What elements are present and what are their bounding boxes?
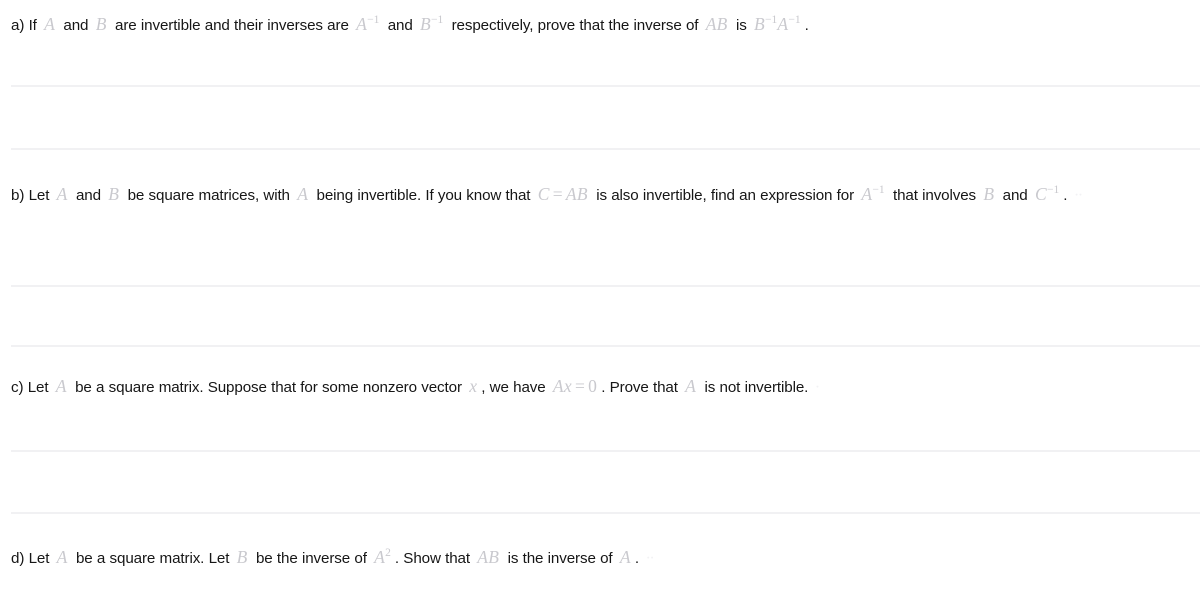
question-d-text-3: be the inverse of	[255, 550, 367, 567]
math-c-Ax-equals-zero: Ax = 0	[550, 376, 601, 396]
question-a-label: a) If	[11, 17, 37, 34]
math-c-equals: =	[574, 376, 586, 396]
math-c-matrix-A2: A	[685, 376, 697, 396]
math-b-C-inverse-exp: −1	[1046, 184, 1060, 197]
math-d-A-squared-exp: 2	[385, 547, 391, 560]
math-c-Ax: Ax	[552, 376, 572, 396]
math-a-matrix-B: B	[95, 14, 107, 34]
render-artifact-c: ·	[815, 379, 820, 396]
question-d: d) Let A be a square matrix. Let B be th…	[0, 545, 1200, 571]
divider-6	[11, 512, 1200, 514]
math-b-C-inverse: C−1	[1032, 184, 1063, 204]
question-d-text-5: is the inverse of	[507, 550, 613, 567]
math-a-Binv-exp: −1	[765, 14, 778, 27]
math-b-matrix-A: A	[56, 184, 68, 204]
question-a-text-4: and	[387, 17, 413, 34]
math-a-Ainv-exp: −1	[788, 14, 801, 27]
render-artifact-d: ··	[645, 550, 654, 567]
math-b-AB: AB	[565, 184, 588, 204]
math-b-equals: =	[552, 184, 563, 204]
question-b-text: b) Let A and B be square matrices, with …	[11, 182, 1189, 208]
question-a-text-2: and	[63, 17, 89, 34]
question-c-text: c) Let A be a square matrix. Suppose tha…	[11, 374, 1189, 400]
question-c-text-2: be a square matrix. Suppose that for som…	[75, 379, 462, 396]
question-b: b) Let A and B be square matrices, with …	[0, 182, 1200, 208]
math-a-product-AB: AB	[705, 14, 728, 34]
question-a-text: a) If A and B are invertible and their i…	[11, 12, 1189, 38]
question-c-text-4: . Prove that	[601, 379, 678, 396]
question-d-label: d) Let	[11, 550, 50, 567]
question-a-period: .	[804, 17, 809, 34]
divider-2	[11, 148, 1200, 150]
math-c-zero: 0	[588, 376, 598, 396]
math-d-matrix-B: B	[236, 547, 248, 567]
question-d-text-2: be a square matrix. Let	[75, 550, 230, 567]
question-a: a) If A and B are invertible and their i…	[0, 12, 1200, 38]
question-a-text-3: are invertible and their inverses are	[115, 17, 349, 34]
math-b-C: C	[537, 184, 550, 204]
math-b-A-inverse-base: A	[861, 184, 873, 204]
render-artifact-b: ··	[1074, 187, 1083, 204]
question-b-text-6: that involves	[892, 187, 977, 204]
math-a-A-inverse: A−1	[353, 14, 383, 34]
question-c-text-5: is not invertible.	[704, 379, 809, 396]
math-d-matrix-A: A	[56, 547, 68, 567]
math-b-C-inverse-base: C	[1034, 184, 1047, 204]
question-d-text: d) Let A be a square matrix. Let B be th…	[11, 545, 1189, 571]
math-b-C-equals-AB: C = AB	[535, 184, 592, 204]
math-b-matrix-A2: A	[297, 184, 309, 204]
math-d-A-squared-base: A	[374, 547, 386, 567]
math-b-A-inverse-exp: −1	[872, 184, 885, 197]
math-a-Binv-Ainv: B−1A−1	[751, 14, 805, 34]
math-a-matrix-A: A	[44, 14, 56, 34]
question-b-text-2: and	[75, 187, 101, 204]
question-b-text-7: and	[1002, 187, 1028, 204]
math-c-matrix-A: A	[55, 376, 67, 396]
math-b-matrix-B2: B	[983, 184, 995, 204]
divider-5	[11, 450, 1200, 452]
math-b-A-inverse: A−1	[858, 184, 888, 204]
worksheet-page: a) If A and B are invertible and their i…	[0, 0, 1200, 595]
question-b-text-5: is also invertible, find an expression f…	[596, 187, 855, 204]
question-b-text-3: be square matrices, with	[127, 187, 290, 204]
divider-3	[11, 285, 1200, 287]
math-a-A-inverse-exp: −1	[367, 14, 380, 27]
question-c-text-3: , we have	[481, 379, 546, 396]
math-c-vector-x: x	[469, 376, 478, 396]
question-b-label: b) Let	[11, 187, 50, 204]
math-d-product-AB: AB	[477, 547, 500, 567]
question-a-text-6: is	[735, 17, 747, 34]
math-a-B-inverse-exp: −1	[431, 14, 444, 27]
question-c-label: c) Let	[11, 379, 49, 396]
divider-1	[11, 85, 1200, 87]
question-b-text-4: being invertible. If you know that	[316, 187, 531, 204]
math-d-A-squared: A2	[371, 547, 395, 567]
math-a-A-inverse-base: A	[356, 14, 368, 34]
question-a-text-5: respectively, prove that the inverse of	[451, 17, 699, 34]
math-a-B-inverse-base: B	[420, 14, 431, 34]
math-d-matrix-A2: A	[619, 547, 631, 567]
math-a-Ainv-base: A	[777, 14, 789, 34]
math-b-matrix-B: B	[108, 184, 120, 204]
math-a-B-inverse: B−1	[417, 14, 447, 34]
math-a-Binv-base: B	[754, 14, 766, 34]
divider-4	[11, 345, 1200, 347]
question-d-text-4: . Show that	[394, 550, 470, 567]
question-c: c) Let A be a square matrix. Suppose tha…	[0, 374, 1200, 400]
